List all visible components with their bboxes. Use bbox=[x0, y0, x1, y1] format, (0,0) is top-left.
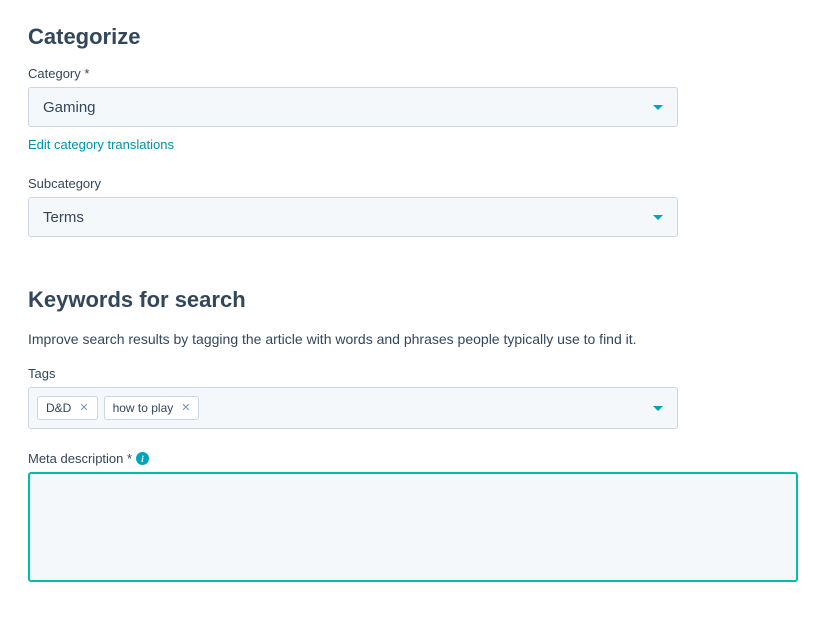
remove-tag-icon[interactable]: ✕ bbox=[79, 403, 88, 414]
categorize-heading: Categorize bbox=[28, 24, 795, 50]
tag-text: D&D bbox=[46, 401, 71, 415]
tag-item: how to play ✕ bbox=[104, 396, 200, 420]
keywords-description: Improve search results by tagging the ar… bbox=[28, 329, 795, 350]
chevron-down-icon bbox=[653, 406, 663, 411]
meta-description-textarea[interactable] bbox=[28, 472, 798, 582]
tags-input[interactable]: D&D ✕ how to play ✕ bbox=[28, 387, 678, 429]
category-label: Category * bbox=[28, 66, 795, 81]
meta-description-label: Meta description * i bbox=[28, 451, 795, 466]
subcategory-label: Subcategory bbox=[28, 176, 795, 191]
subcategory-value: Terms bbox=[43, 209, 84, 226]
tag-item: D&D ✕ bbox=[37, 396, 98, 420]
category-select[interactable]: Gaming bbox=[28, 87, 678, 127]
edit-category-translations-link[interactable]: Edit category translations bbox=[28, 137, 174, 152]
tags-label: Tags bbox=[28, 366, 795, 381]
remove-tag-icon[interactable]: ✕ bbox=[181, 403, 190, 414]
keywords-heading: Keywords for search bbox=[28, 287, 795, 313]
chevron-down-icon bbox=[653, 105, 663, 110]
info-icon[interactable]: i bbox=[136, 452, 149, 465]
category-value: Gaming bbox=[43, 99, 96, 116]
chevron-down-icon bbox=[653, 215, 663, 220]
tag-text: how to play bbox=[113, 401, 174, 415]
tags-wrap: D&D ✕ how to play ✕ bbox=[37, 396, 199, 420]
subcategory-select[interactable]: Terms bbox=[28, 197, 678, 237]
